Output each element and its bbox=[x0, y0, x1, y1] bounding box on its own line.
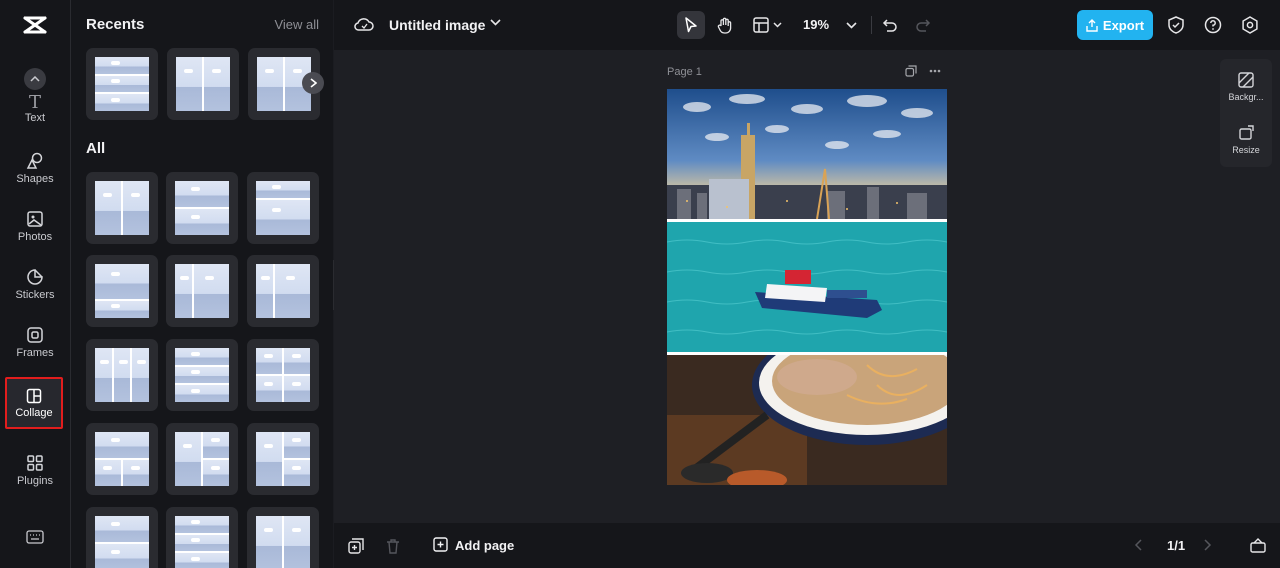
rail-item-stickers[interactable]: Stickers bbox=[0, 268, 70, 301]
resize-icon bbox=[1239, 125, 1254, 140]
background-icon bbox=[1238, 72, 1254, 88]
rail-item-text[interactable]: T Text bbox=[0, 92, 70, 125]
text-icon: T bbox=[28, 92, 41, 113]
view-all-link[interactable]: View all bbox=[274, 17, 319, 32]
canvas-page[interactable] bbox=[667, 89, 947, 485]
collage-template[interactable] bbox=[247, 255, 319, 327]
city-skyline-photo[interactable] bbox=[667, 89, 947, 219]
rail-item-plugins[interactable]: Plugins bbox=[0, 454, 70, 487]
left-rail: T Text Shapes Photos Stickers Frames Col… bbox=[0, 0, 71, 568]
collage-template[interactable] bbox=[166, 172, 238, 244]
select-tool-icon[interactable] bbox=[677, 11, 705, 39]
cloud-icon[interactable] bbox=[354, 16, 374, 32]
rail-item-photos[interactable]: Photos bbox=[0, 210, 70, 243]
collage-template[interactable] bbox=[86, 48, 158, 120]
add-page-icon bbox=[433, 537, 448, 552]
stickers-icon bbox=[27, 269, 43, 285]
rail-item-frames[interactable]: Frames bbox=[0, 326, 70, 359]
previous-page-icon[interactable] bbox=[1134, 539, 1142, 551]
rail-item-label: Stickers bbox=[15, 289, 55, 301]
more-options-icon[interactable] bbox=[929, 69, 941, 73]
collage-template[interactable] bbox=[86, 172, 158, 244]
all-title: All bbox=[86, 140, 106, 157]
keyboard-shortcuts-icon[interactable] bbox=[26, 530, 44, 544]
collage-template[interactable] bbox=[166, 255, 238, 327]
canvas-area: Page 1 Backgr... Resize bbox=[334, 50, 1280, 523]
page-label: Page 1 bbox=[667, 66, 702, 78]
add-page-button[interactable]: Add page bbox=[433, 537, 514, 553]
help-icon[interactable] bbox=[1202, 14, 1224, 36]
page-counter: 1/1 bbox=[1167, 538, 1186, 553]
collage-template[interactable] bbox=[247, 423, 319, 495]
collage-template[interactable] bbox=[86, 423, 158, 495]
undo-icon[interactable] bbox=[875, 11, 903, 39]
scroll-up-icon[interactable] bbox=[24, 68, 46, 90]
collage-template[interactable] bbox=[167, 48, 239, 120]
rail-item-label: Frames bbox=[16, 347, 54, 359]
rail-item-shapes[interactable]: Shapes bbox=[0, 152, 70, 185]
hand-tool-icon[interactable] bbox=[711, 11, 739, 39]
recents-title: Recents bbox=[86, 16, 145, 33]
rail-item-collage[interactable]: Collage bbox=[5, 377, 63, 429]
collage-template[interactable] bbox=[86, 339, 158, 411]
redo-icon[interactable] bbox=[910, 11, 938, 39]
chevron-down-icon[interactable] bbox=[490, 19, 501, 26]
collage-template[interactable] bbox=[166, 507, 238, 568]
capcut-logo[interactable] bbox=[22, 14, 48, 36]
shield-icon[interactable] bbox=[1165, 14, 1187, 36]
collage-template[interactable] bbox=[247, 339, 319, 411]
background-tool[interactable]: Backgr... bbox=[1220, 72, 1272, 102]
page-panel-toggle-icon[interactable] bbox=[1250, 537, 1266, 553]
shapes-icon bbox=[26, 152, 43, 169]
boat-on-sea-photo[interactable] bbox=[667, 222, 947, 352]
rail-item-label: Text bbox=[24, 112, 46, 124]
collage-template[interactable] bbox=[247, 172, 319, 244]
duplicate-icon[interactable] bbox=[348, 538, 364, 554]
export-icon bbox=[1086, 18, 1098, 32]
plugins-icon bbox=[27, 455, 43, 471]
trash-icon[interactable] bbox=[386, 538, 400, 554]
collage-template[interactable] bbox=[247, 507, 319, 568]
collage-template[interactable] bbox=[86, 255, 158, 327]
side-tools-panel: Backgr... Resize bbox=[1220, 59, 1272, 167]
layout-menu-icon[interactable] bbox=[748, 11, 788, 39]
top-bar: Untitled image 19% Export bbox=[334, 0, 1280, 50]
document-title[interactable]: Untitled image bbox=[389, 17, 485, 33]
resize-tool-label: Resize bbox=[1232, 145, 1260, 155]
duplicate-page-icon[interactable] bbox=[905, 65, 917, 77]
rail-item-label: Collage bbox=[15, 406, 53, 419]
ramen-bowl-photo[interactable] bbox=[667, 355, 947, 485]
background-tool-label: Backgr... bbox=[1228, 92, 1264, 102]
zoom-chevron-down-icon[interactable] bbox=[837, 11, 865, 39]
export-label: Export bbox=[1102, 17, 1145, 33]
add-page-label: Add page bbox=[455, 537, 515, 553]
chevron-right-icon[interactable] bbox=[302, 72, 324, 94]
collage-template[interactable] bbox=[166, 423, 238, 495]
frames-icon bbox=[27, 327, 43, 343]
zoom-level[interactable]: 19% bbox=[803, 17, 829, 32]
collage-template[interactable] bbox=[166, 339, 238, 411]
next-page-icon[interactable] bbox=[1204, 539, 1212, 551]
rail-item-label: Shapes bbox=[16, 173, 54, 185]
collage-panel: Recents View all All bbox=[71, 0, 333, 568]
rail-item-label: Plugins bbox=[16, 475, 54, 487]
export-button[interactable]: Export bbox=[1077, 10, 1153, 40]
collage-icon bbox=[26, 388, 42, 403]
toolbar-divider bbox=[871, 16, 872, 34]
bottom-bar: Add page 1/1 bbox=[334, 523, 1280, 568]
rail-item-label: Photos bbox=[17, 231, 53, 243]
settings-gear-icon[interactable] bbox=[1239, 14, 1261, 36]
resize-tool[interactable]: Resize bbox=[1220, 125, 1272, 155]
collage-template[interactable] bbox=[86, 507, 158, 568]
photos-icon bbox=[27, 211, 43, 227]
